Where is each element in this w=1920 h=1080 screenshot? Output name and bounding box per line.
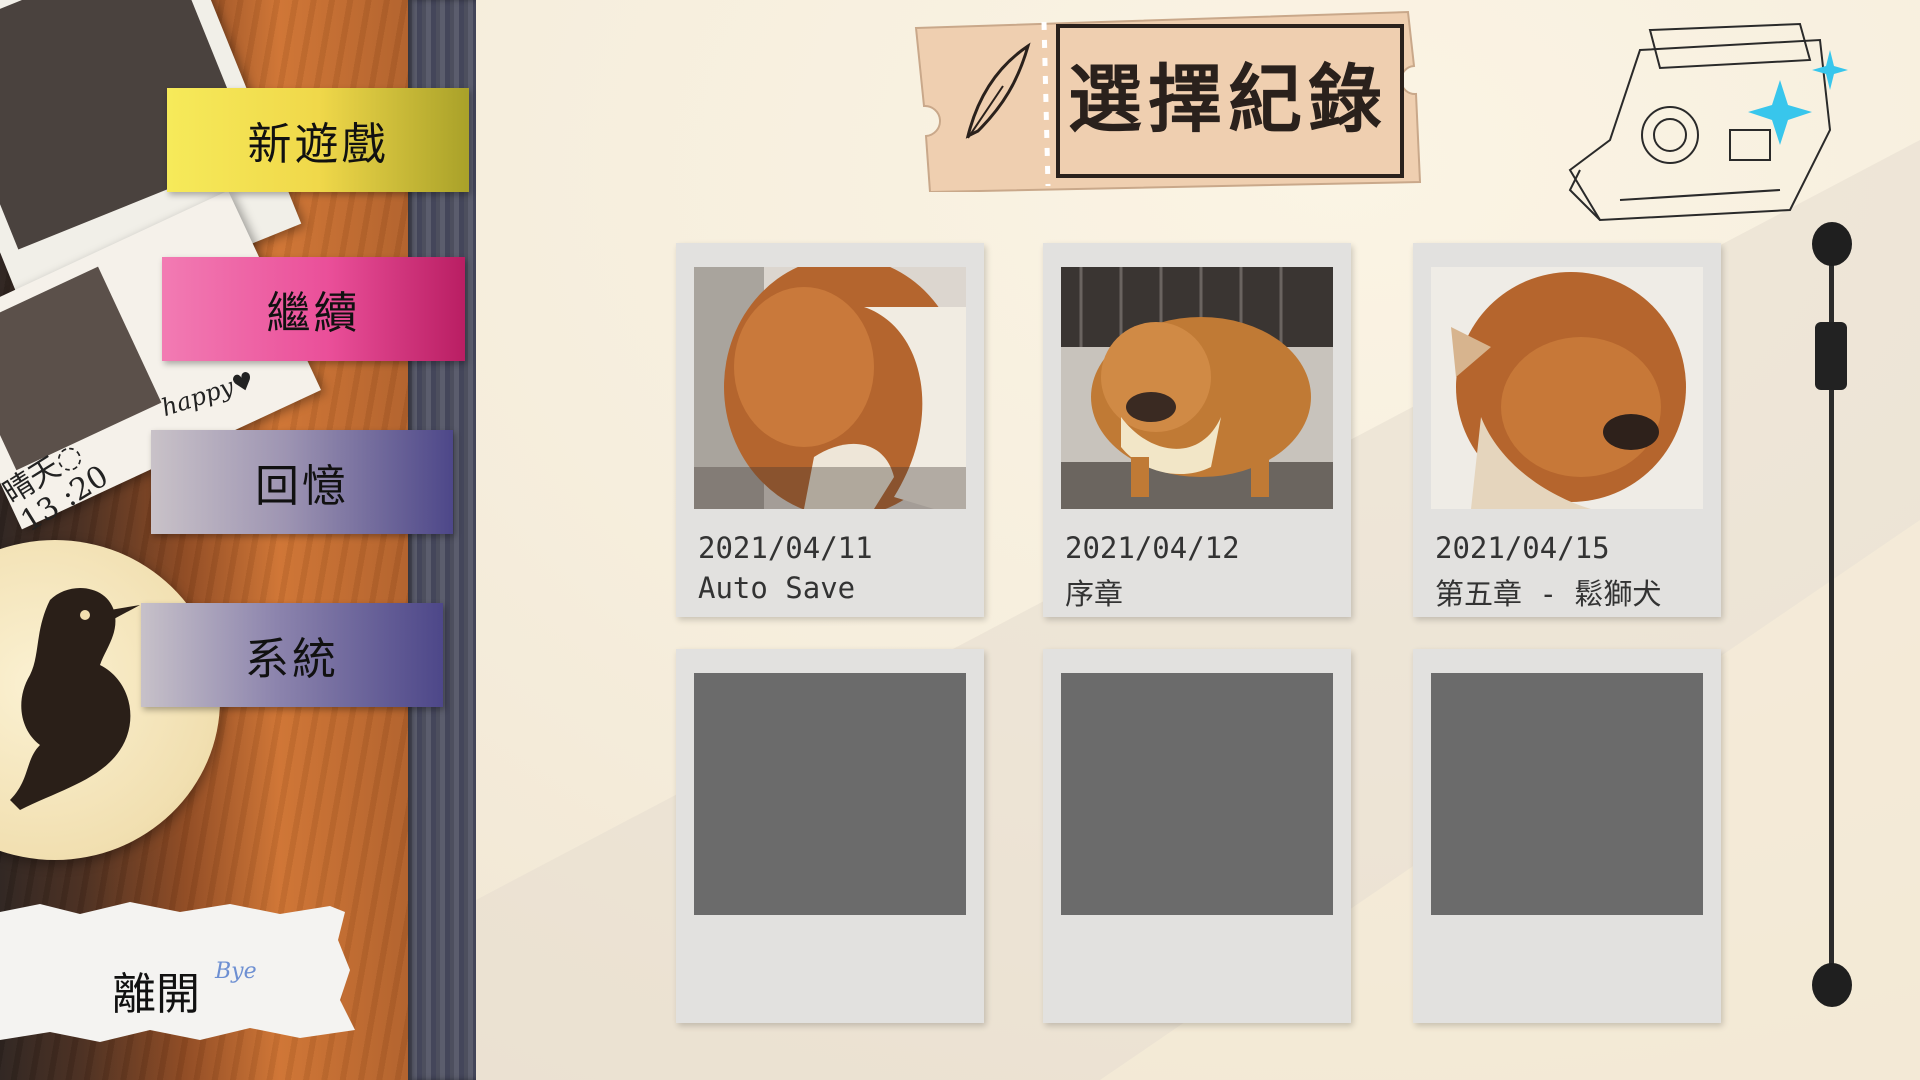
continue-button[interactable]: 繼續 bbox=[162, 257, 465, 361]
exit-button[interactable]: 離開 bbox=[112, 958, 200, 1022]
sparkle-icon bbox=[1748, 80, 1812, 145]
save-slot-4[interactable] bbox=[676, 649, 984, 1023]
memory-label: 回憶 bbox=[255, 461, 349, 512]
save-slot-2[interactable]: 2021/04/12 序章 bbox=[1043, 243, 1351, 617]
system-label: 系統 bbox=[245, 634, 339, 685]
page-title: 選擇紀錄 bbox=[1068, 57, 1388, 143]
empty-slot-thumbnail bbox=[694, 673, 966, 915]
camera-sketch-icon bbox=[1568, 22, 1848, 222]
slot-date: 2021/04/12 bbox=[1065, 531, 1240, 565]
sparkle-small-icon bbox=[1812, 50, 1848, 90]
system-button[interactable]: 系統 bbox=[141, 603, 443, 707]
slot-label: 第五章 - 鬆獅犬 bbox=[1435, 577, 1662, 611]
save-slot-5[interactable] bbox=[1043, 649, 1351, 1023]
slot-thumbnail bbox=[1431, 267, 1703, 509]
empty-slot-thumbnail bbox=[1431, 673, 1703, 915]
slot-label: Auto Save bbox=[698, 571, 856, 605]
scrollbar-thumb[interactable] bbox=[1815, 322, 1847, 390]
slot-date: 2021/04/15 bbox=[1435, 531, 1610, 565]
slot-label: 序章 bbox=[1065, 577, 1124, 611]
scroll-up-knob[interactable] bbox=[1812, 222, 1852, 266]
slot-thumbnail bbox=[1061, 267, 1333, 509]
save-slot-3[interactable]: 2021/04/15 第五章 - 鬆獅犬 bbox=[1413, 243, 1721, 617]
save-slot-1[interactable]: 2021/04/11 Auto Save bbox=[676, 243, 984, 617]
continue-label: 繼續 bbox=[266, 288, 361, 339]
memory-button[interactable]: 回憶 bbox=[151, 430, 453, 534]
new-game-label: 新遊戲 bbox=[247, 119, 389, 170]
svg-text:Bye: Bye bbox=[214, 959, 257, 984]
save-slot-6[interactable] bbox=[1413, 649, 1721, 1023]
slot-thumbnail bbox=[694, 267, 966, 509]
scroll-down-knob[interactable] bbox=[1812, 963, 1852, 1007]
new-game-button[interactable]: 新遊戲 bbox=[167, 88, 469, 192]
slot-date: 2021/04/11 bbox=[698, 531, 873, 565]
empty-slot-thumbnail bbox=[1061, 673, 1333, 915]
